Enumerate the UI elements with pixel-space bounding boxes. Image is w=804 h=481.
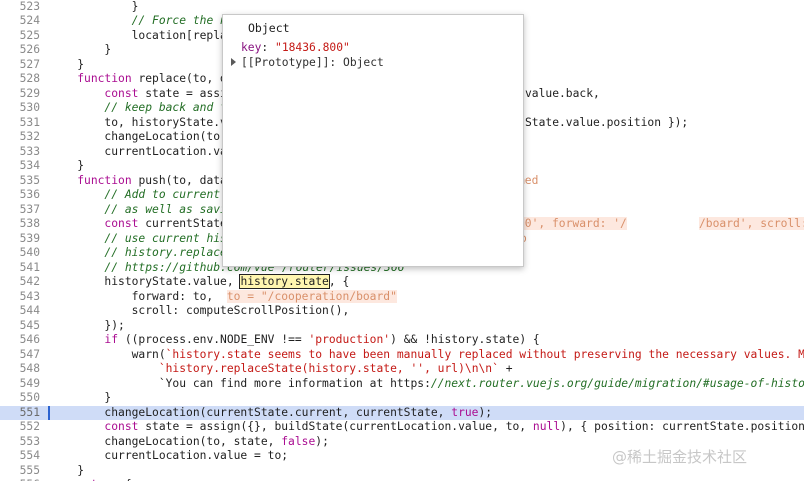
- code-text: }: [50, 391, 112, 404]
- code-text: }: [50, 159, 85, 172]
- line-number[interactable]: 534: [0, 159, 40, 174]
- code-text: currentLocation.val: [50, 144, 234, 158]
- code-text: });: [50, 318, 125, 332]
- popup-prototype-row[interactable]: [[Prototype]]: Object: [241, 56, 384, 69]
- code-text: // Add to current e: [104, 188, 234, 201]
- line-number[interactable]: 532: [0, 130, 40, 145]
- code-fragment: value.back,: [525, 86, 600, 100]
- line-number[interactable]: 554: [0, 449, 40, 464]
- code-text: // use current hist: [104, 231, 234, 245]
- code-text: // history.replaceS: [104, 246, 234, 259]
- code-text: historyState.value, history.state, {: [50, 274, 350, 289]
- popup-key-value: "18436.800": [275, 41, 350, 54]
- object-inspector-popup[interactable]: Object key: "18436.800" [[Prototype]]: O…: [222, 14, 524, 267]
- code-text: }: [50, 43, 112, 56]
- line-number[interactable]: 537: [0, 203, 40, 218]
- code-line[interactable]: 551 changeLocation(currentState.current,…: [0, 405, 804, 421]
- line-number[interactable]: 525: [0, 29, 40, 44]
- code-fragment: 00', forward: '/: [518, 217, 627, 230]
- code-text: function push(to, data): [77, 173, 234, 187]
- code-line[interactable]: 546 if ((process.env.NODE_ENV !== 'produ…: [0, 333, 804, 348]
- code-text: const state = assign({}, buildState(curr…: [104, 420, 804, 433]
- line-number[interactable]: 536: [0, 188, 40, 203]
- line-number[interactable]: 552: [0, 420, 40, 435]
- code-text: `You can find more information at https:…: [50, 376, 804, 390]
- popup-title: Object: [248, 21, 290, 35]
- line-number[interactable]: 542: [0, 275, 40, 290]
- line-number[interactable]: 523: [0, 0, 40, 14]
- code-line[interactable]: 550 }: [0, 391, 804, 406]
- code-line[interactable]: 523 }: [0, 0, 804, 14]
- code-text: `history.replaceState(history.state, '',…: [158, 362, 513, 375]
- line-number[interactable]: 544: [0, 304, 40, 319]
- code-text: to, historyState.va: [50, 115, 234, 129]
- code-text: location[replace: [50, 28, 241, 42]
- line-number[interactable]: 539: [0, 232, 40, 247]
- expand-triangle-icon[interactable]: [231, 58, 236, 66]
- line-number[interactable]: 524: [0, 14, 40, 29]
- code-text: warn(`history.state seems to have been m…: [50, 347, 804, 361]
- code-line[interactable]: 549 `You can find more information at ht…: [0, 377, 804, 392]
- code-line[interactable]: 544 scroll: computeScrollPosition(),: [0, 304, 804, 319]
- code-text: currentLocation.value = to;: [50, 449, 289, 462]
- line-number[interactable]: 533: [0, 145, 40, 160]
- line-number[interactable]: 541: [0, 261, 40, 276]
- code-line[interactable]: 542 historyState.value, history.state, {: [0, 274, 804, 290]
- code-text: const currentState: [104, 217, 227, 230]
- code-line[interactable]: 545 });: [0, 319, 804, 334]
- code-line[interactable]: 547 warn(`history.state seems to have be…: [0, 348, 804, 363]
- code-text: }: [50, 0, 139, 13]
- watermark: @稀土掘金技术社区: [612, 448, 748, 466]
- code-line[interactable]: 552 const state = assign({}, buildState(…: [0, 420, 804, 435]
- line-number[interactable]: 540: [0, 246, 40, 261]
- line-number[interactable]: 550: [0, 391, 40, 406]
- code-text: changeLocation(to,: [50, 130, 234, 143]
- line-number[interactable]: 529: [0, 87, 40, 102]
- line-number[interactable]: 543: [0, 290, 40, 305]
- hovered-expression[interactable]: history.state: [239, 274, 330, 289]
- code-text: scroll: computeScrollPosition(),: [50, 304, 350, 317]
- line-number[interactable]: 555: [0, 464, 40, 479]
- line-number[interactable]: 528: [0, 72, 40, 87]
- line-number[interactable]: 538: [0, 217, 40, 232]
- code-text: // keep back and fo: [104, 101, 234, 114]
- line-number[interactable]: 531: [0, 116, 40, 131]
- popup-key-row: key: "18436.800": [241, 41, 350, 54]
- line-number[interactable]: 530: [0, 101, 40, 116]
- line-number[interactable]: 546: [0, 333, 40, 348]
- line-number[interactable]: 548: [0, 362, 40, 377]
- popup-key-name: key: [241, 41, 262, 54]
- code-fragment: /board', scroll:: [699, 217, 804, 232]
- code-line[interactable]: 543 forward: to, to = "/cooperation/boar…: [0, 289, 804, 305]
- code-text: if ((process.env.NODE_ENV !== 'productio…: [104, 333, 540, 346]
- code-text: }: [50, 57, 85, 71]
- line-number[interactable]: 547: [0, 348, 40, 363]
- code-text: // as well as savin: [104, 202, 234, 216]
- code-text: changeLocation(to, state, false);: [50, 434, 329, 448]
- code-text: }: [50, 463, 85, 477]
- line-number[interactable]: 553: [0, 435, 40, 450]
- code-text: changeLocation(currentState.current, cur…: [50, 405, 493, 419]
- line-number[interactable]: 535: [0, 174, 40, 189]
- line-number[interactable]: 527: [0, 58, 40, 73]
- line-number[interactable]: 526: [0, 43, 40, 58]
- line-number[interactable]: 549: [0, 377, 40, 392]
- code-text: const state = assign: [104, 86, 241, 100]
- line-number[interactable]: 545: [0, 319, 40, 334]
- line-number[interactable]: 551: [0, 406, 40, 421]
- code-text: function replace(to, da: [77, 72, 234, 85]
- inline-value-hint: to = "/cooperation/board": [226, 289, 397, 303]
- code-text: forward: to, to = "/cooperation/board": [50, 289, 397, 303]
- popup-key-sep: :: [261, 41, 276, 54]
- code-fragment: State.value.position });: [525, 115, 689, 129]
- code-line[interactable]: 548 `history.replaceState(history.state,…: [0, 362, 804, 377]
